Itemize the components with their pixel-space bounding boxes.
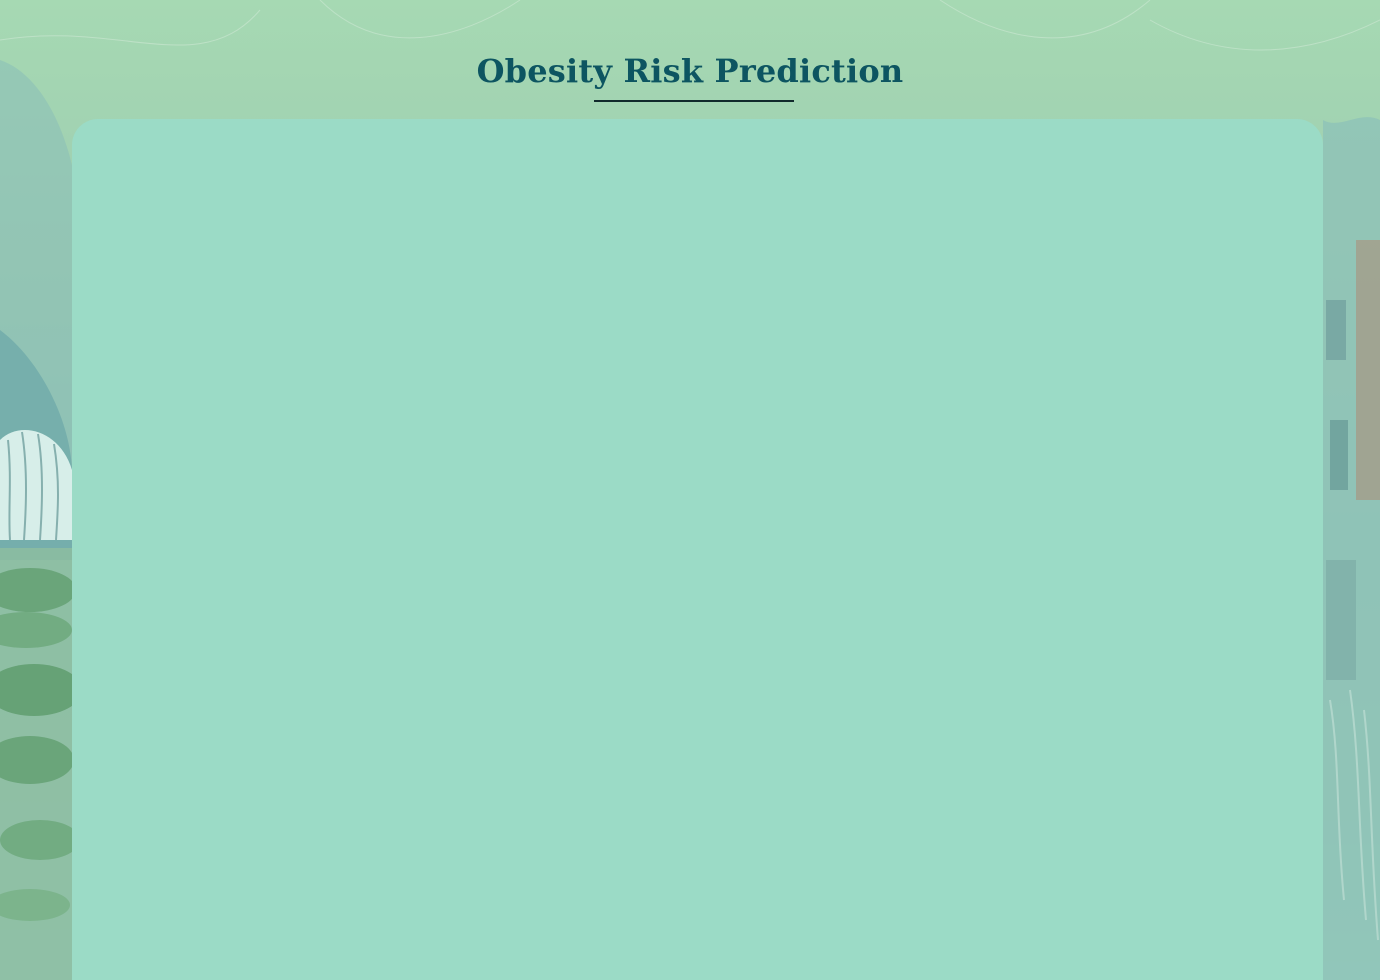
main-content-panel bbox=[72, 119, 1323, 980]
page-title: Obesity Risk Prediction bbox=[476, 52, 904, 90]
title-underline bbox=[594, 100, 794, 102]
page-header: Obesity Risk Prediction bbox=[0, 52, 1380, 90]
